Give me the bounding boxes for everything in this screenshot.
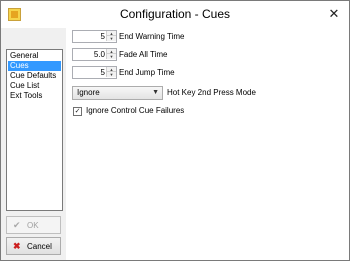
end-warning-time-label: End Warning Time bbox=[119, 32, 185, 41]
sidebar-item-cue-defaults[interactable]: Cue Defaults bbox=[8, 71, 61, 81]
sidebar-item-cues[interactable]: Cues bbox=[8, 61, 61, 71]
fade-all-time-value: 5.0 bbox=[93, 50, 105, 59]
sidebar-item-ext-tools[interactable]: Ext Tools bbox=[8, 91, 61, 101]
settings-panel: 5 ▲ ▼ End Warning Time 5.0 ▲ ▼ Fade All … bbox=[66, 28, 349, 260]
hotkey-mode-dropdown[interactable]: Ignore ▼ bbox=[72, 86, 163, 100]
chevron-down-icon: ▼ bbox=[152, 89, 159, 96]
spin-down-icon[interactable]: ▼ bbox=[106, 72, 116, 77]
ok-button[interactable]: ✔ OK bbox=[6, 216, 61, 234]
checkmark-icon: ✔ bbox=[13, 220, 21, 230]
end-jump-time-value: 5 bbox=[100, 68, 105, 77]
cancel-button[interactable]: ✖ Cancel bbox=[6, 237, 61, 255]
config-window: Configuration - Cues ✕ General Cues Cue … bbox=[0, 0, 350, 261]
end-jump-time-spinner[interactable]: 5 ▲ ▼ bbox=[72, 66, 117, 79]
category-list[interactable]: General Cues Cue Defaults Cue List Ext T… bbox=[6, 49, 63, 211]
checkmark-icon: ✓ bbox=[74, 108, 81, 115]
title-bar[interactable]: Configuration - Cues ✕ bbox=[1, 1, 349, 28]
spinner-buttons: ▲ ▼ bbox=[106, 31, 116, 42]
fade-all-time-label: Fade All Time bbox=[119, 50, 168, 59]
end-jump-time-label: End Jump Time bbox=[119, 68, 175, 77]
close-icon[interactable]: ✕ bbox=[324, 5, 344, 22]
sidebar-item-cue-list[interactable]: Cue List bbox=[8, 81, 61, 91]
spinner-buttons: ▲ ▼ bbox=[106, 67, 116, 78]
window-title: Configuration - Cues bbox=[119, 7, 231, 21]
ignore-control-failures-label[interactable]: Ignore Control Cue Failures bbox=[86, 105, 184, 117]
spin-down-icon[interactable]: ▼ bbox=[106, 36, 116, 41]
cancel-x-icon: ✖ bbox=[13, 241, 21, 251]
hotkey-mode-label: Hot Key 2nd Press Mode bbox=[167, 88, 256, 97]
spin-down-icon[interactable]: ▼ bbox=[106, 54, 116, 59]
cancel-button-label: Cancel bbox=[27, 242, 52, 251]
hotkey-mode-value: Ignore bbox=[77, 88, 100, 97]
end-warning-time-value: 5 bbox=[100, 32, 105, 41]
ignore-control-failures-checkbox[interactable]: ✓ bbox=[73, 107, 82, 116]
fade-all-time-spinner[interactable]: 5.0 ▲ ▼ bbox=[72, 48, 117, 61]
spinner-buttons: ▲ ▼ bbox=[106, 49, 116, 60]
sidebar-item-general[interactable]: General bbox=[8, 51, 61, 61]
ok-button-label: OK bbox=[27, 221, 39, 230]
end-warning-time-spinner[interactable]: 5 ▲ ▼ bbox=[72, 30, 117, 43]
